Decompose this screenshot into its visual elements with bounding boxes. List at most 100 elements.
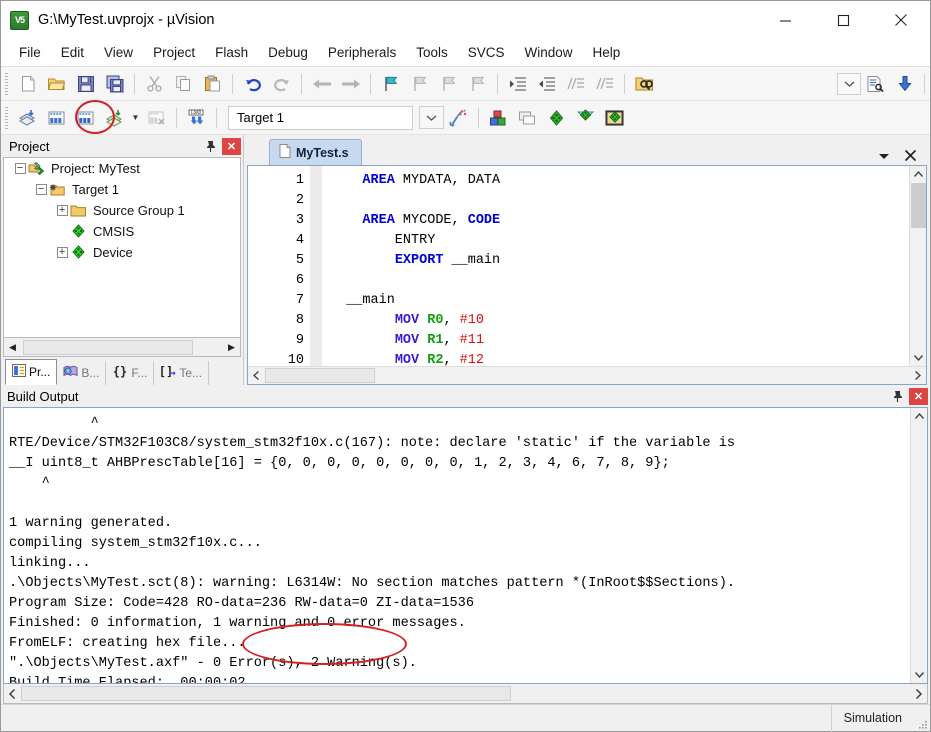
manage-components-icon[interactable] [484,104,513,132]
bookmark-prev-icon[interactable] [405,70,434,98]
project-tab-b[interactable]: ? B... [57,361,107,385]
tab-list-dropdown-icon[interactable] [878,150,890,164]
menu-item-help[interactable]: Help [583,42,631,63]
toolbar-grip[interactable] [5,106,8,129]
code-editor[interactable]: 1 2 3 4 5 6 7 8 9 10 AREA MYDATA, DATA AREA MYCOD… [247,165,927,385]
undo-icon[interactable] [238,70,267,98]
pack-installer-icon[interactable] [542,104,571,132]
scroll-up-icon[interactable] [911,408,928,425]
scroll-down-icon[interactable] [910,349,927,366]
resize-grip[interactable] [914,705,930,732]
code-text[interactable]: AREA MYDATA, DATA AREA MYCODE, CODE ENTR… [322,166,909,366]
project-tab-f[interactable]: {} F... [106,361,155,385]
collapse-icon[interactable]: − [33,179,49,200]
menu-item-debug[interactable]: Debug [258,42,318,63]
menu-item-project[interactable]: Project [143,42,205,63]
menu-item-tools[interactable]: Tools [406,42,458,63]
open-file-icon[interactable] [42,70,71,98]
translate-file-icon[interactable] [13,104,42,132]
text-document-search-icon[interactable] [861,70,890,98]
hscroll-thumb[interactable] [21,686,511,701]
code-token: MOV [394,333,420,348]
manage-rte-icon[interactable] [571,104,600,132]
scroll-left-icon[interactable]: ◀ [4,339,21,356]
close-button[interactable] [872,1,930,39]
toolbar-grip[interactable] [5,72,8,95]
tree-node-project-mytest[interactable]: − Project: MyTest [4,158,240,179]
copy-icon[interactable] [169,70,198,98]
project-tab-pr[interactable]: Pr... [5,359,58,385]
editor-vscrollbar[interactable] [909,166,926,366]
scroll-right-icon[interactable] [909,367,926,384]
comment-icon[interactable] [561,70,590,98]
vscroll-thumb[interactable] [910,183,926,228]
menu-item-svcs[interactable]: SVCS [458,42,515,63]
target-options-icon[interactable] [444,104,473,132]
editor-hscrollbar[interactable] [248,366,926,384]
save-all-icon[interactable] [100,70,129,98]
batch-build-icon[interactable] [100,104,129,132]
chevron-down-icon[interactable] [419,106,444,129]
bookmark-next-icon[interactable] [434,70,463,98]
menu-item-view[interactable]: View [94,42,143,63]
build-output-body[interactable]: ^ RTE/Device/STM32F103C8/system_stm32f10x… [3,407,928,684]
dropdown-arrow-icon[interactable] [837,72,861,95]
expand-icon[interactable]: + [54,242,70,263]
project-tree[interactable]: − Project: MyTest − Target 1 + Source Group 1… [3,157,241,338]
indent-left-icon[interactable] [532,70,561,98]
pin-icon[interactable] [889,388,906,405]
tree-node-target-1[interactable]: − Target 1 [4,179,240,200]
scroll-left-icon[interactable] [248,367,265,384]
scroll-right-icon[interactable] [910,685,927,702]
save-icon[interactable] [71,70,100,98]
build-output-text[interactable]: ^ RTE/Device/STM32F103C8/system_stm32f10x… [4,408,910,683]
project-tab-te[interactable]: [] Te... [154,361,210,385]
uncomment-icon[interactable] [590,70,619,98]
navigate-back-icon[interactable] [307,70,336,98]
scroll-right-icon[interactable]: ▶ [223,339,240,356]
hscroll-thumb[interactable] [23,339,193,355]
hscroll-thumb[interactable] [265,368,375,383]
maximize-button[interactable] [814,1,872,39]
expand-icon[interactable]: + [54,200,70,221]
editor-tab-mytest-s[interactable]: MyTest.s [269,139,362,165]
find-in-files-icon[interactable] [630,70,659,98]
batch-build-dropdown-icon[interactable]: ▼ [129,104,142,132]
paste-icon[interactable] [198,70,227,98]
tree-node-source-group-1[interactable]: + Source Group 1 [4,200,240,221]
project-tree-hscrollbar[interactable]: ◀ ▶ [3,338,241,357]
collapse-icon[interactable]: − [12,158,28,179]
menu-item-edit[interactable]: Edit [51,42,94,63]
rebuild-icon[interactable] [71,104,100,132]
download-binoculars-icon[interactable] [890,70,919,98]
build-output-vscrollbar[interactable] [910,408,927,683]
tab-close-icon[interactable] [904,149,917,165]
svcs-icon[interactable] [600,104,629,132]
stop-build-icon[interactable] [142,104,171,132]
build-icon[interactable] [42,104,71,132]
cut-icon[interactable] [140,70,169,98]
bookmark-clear-icon[interactable] [463,70,492,98]
menu-item-peripherals[interactable]: Peripherals [318,42,406,63]
navigate-forward-icon[interactable] [336,70,365,98]
scroll-down-icon[interactable] [911,666,928,683]
bookmark-toggle-icon[interactable] [376,70,405,98]
new-file-icon[interactable] [13,70,42,98]
scroll-left-icon[interactable] [4,685,21,702]
tree-node-device[interactable]: + Device [4,242,240,263]
menu-item-file[interactable]: File [9,42,51,63]
target-selector[interactable]: Target 1 [228,105,413,130]
download-icon[interactable]: LOAD [182,104,211,132]
scroll-up-icon[interactable] [910,166,927,183]
pin-icon[interactable] [202,138,219,155]
menu-item-flash[interactable]: Flash [205,42,258,63]
multi-project-icon[interactable] [513,104,542,132]
close-icon[interactable]: ✕ [222,137,241,155]
tree-node-cmsis[interactable]: CMSIS [4,221,240,242]
redo-icon[interactable] [267,70,296,98]
indent-right-icon[interactable] [503,70,532,98]
menu-item-window[interactable]: Window [514,42,582,63]
build-output-hscrollbar[interactable] [3,684,928,704]
close-icon[interactable]: ✕ [909,387,928,405]
minimize-button[interactable] [756,1,814,39]
